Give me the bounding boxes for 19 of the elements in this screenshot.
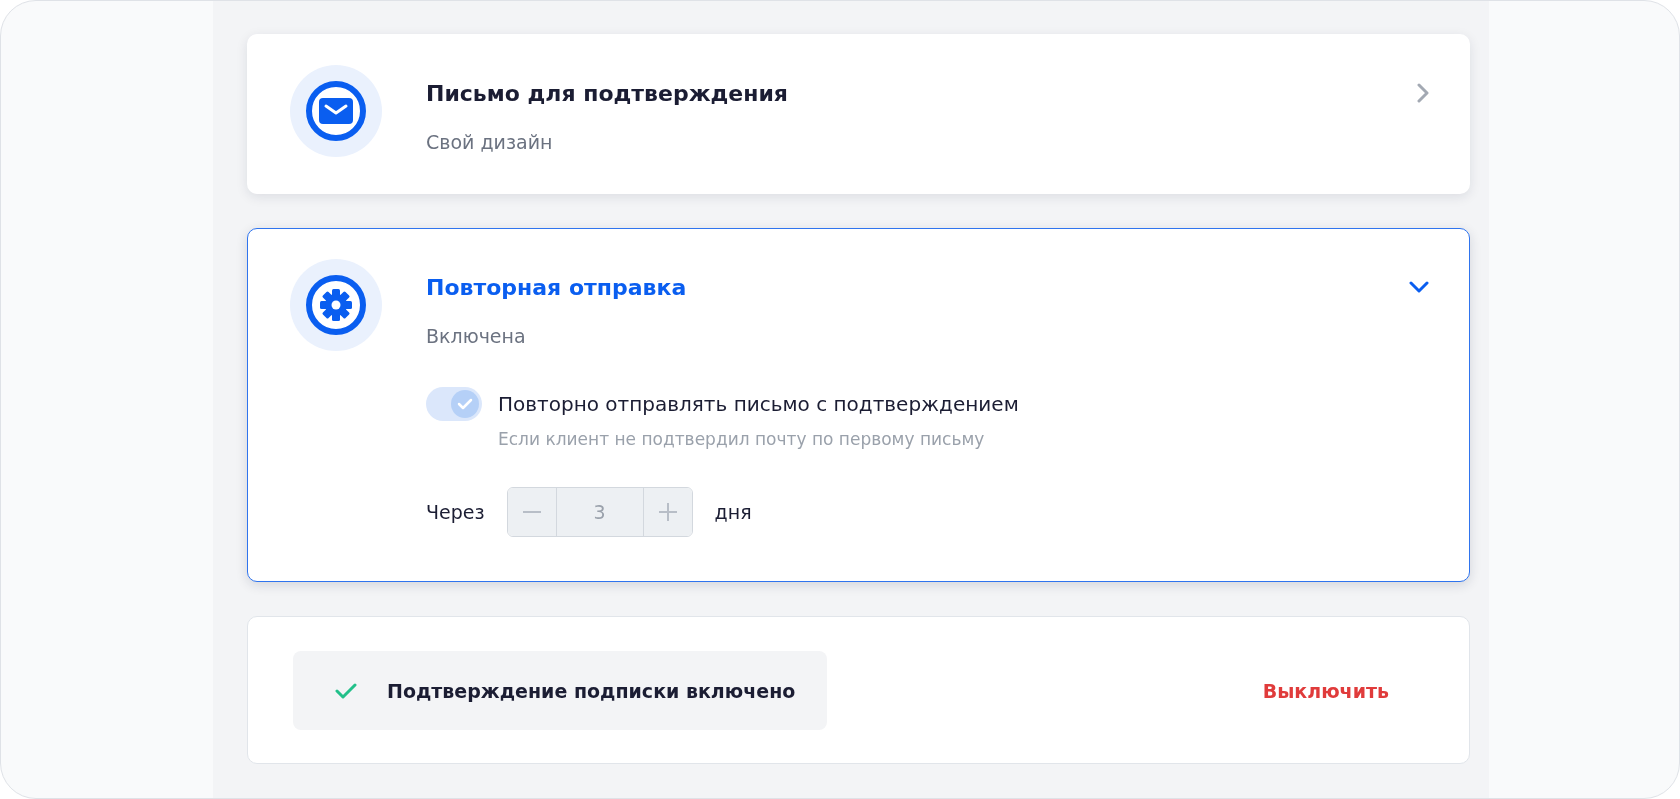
chevron-right-icon[interactable]	[1417, 83, 1429, 103]
delay-prefix: Через	[426, 501, 485, 523]
card-subtitle: Свой дизайн	[426, 131, 554, 153]
card-title: Повторная отправка	[426, 274, 687, 300]
toggle-label: Повторно отправлять письмо с подтверждением	[498, 391, 1019, 418]
toggle-hint: Если клиент не подтвердил почту по первому письму	[498, 429, 986, 449]
card-subtitle: Включена	[426, 325, 527, 347]
plus-icon	[658, 503, 677, 521]
card-title: Письмо для подтверждения	[426, 80, 788, 106]
check-icon	[457, 398, 473, 410]
delay-suffix: дня	[714, 501, 752, 523]
check-icon	[335, 682, 357, 699]
gear-icon	[319, 288, 353, 322]
settings-card[interactable]: Письмо для подтверждения Свой дизайн	[247, 34, 1470, 194]
disable-link[interactable]: Выключить	[1262, 679, 1389, 702]
minus-icon	[522, 511, 541, 513]
status-text: Подтверждение подписки включено	[387, 679, 796, 702]
envelope-icon	[319, 98, 353, 124]
chevron-down-icon[interactable]	[1409, 281, 1429, 293]
